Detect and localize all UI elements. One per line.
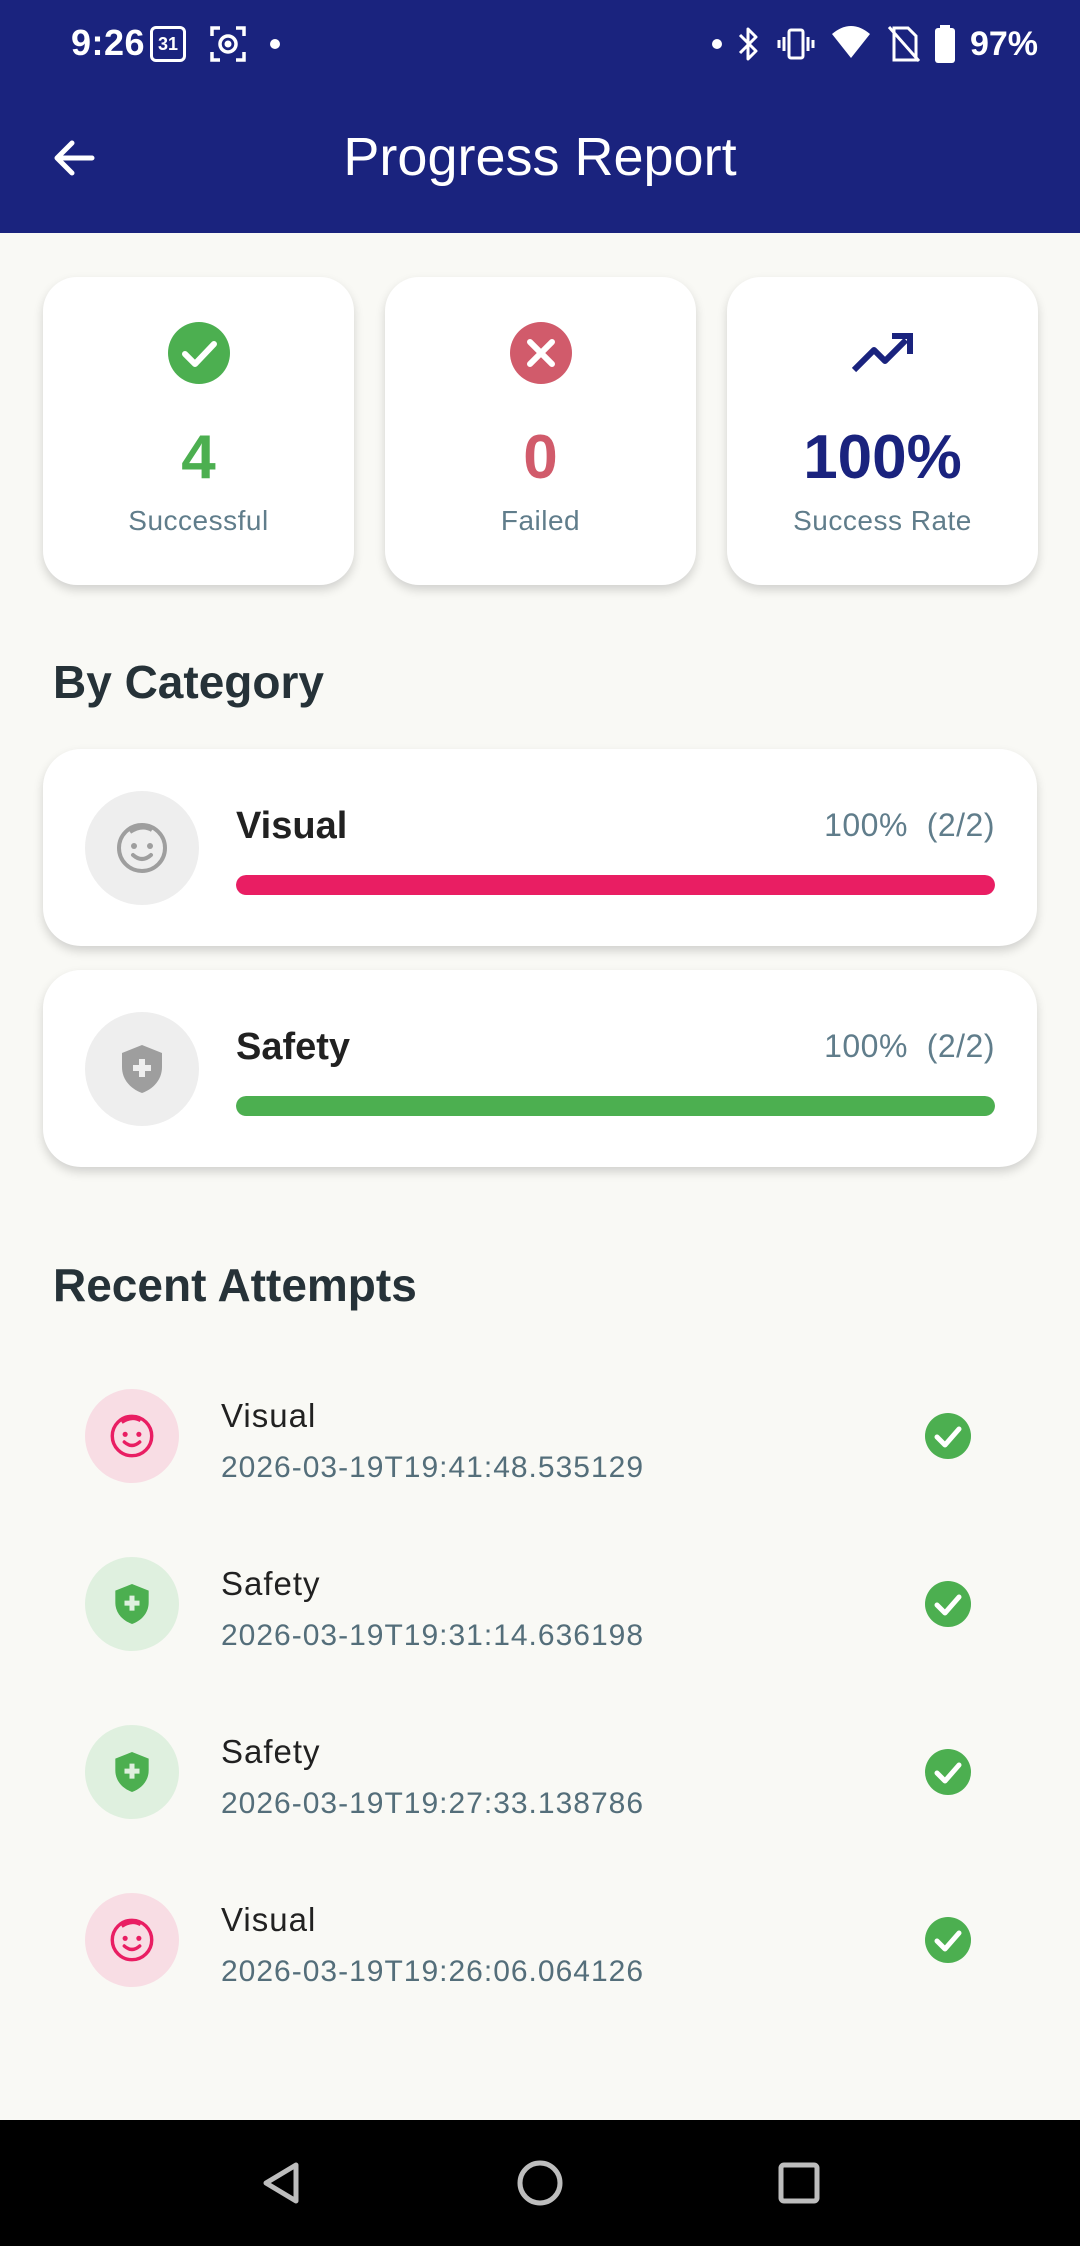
shield-plus-icon [115,1752,149,1792]
category-percent: 100% [824,1028,908,1064]
calendar-icon: 31 [150,26,186,62]
category-card-visual[interactable]: Visual 100% (2/2) [43,749,1037,946]
success-rate-label: Success Rate [793,505,972,536]
wifi-icon [831,26,870,58]
shield-plus-icon [115,1584,149,1624]
category-avatar [85,1012,199,1126]
successful-label: Successful [128,505,269,536]
category-percent: 100% [824,807,908,843]
battery-icon [934,25,955,63]
attempt-avatar [85,1893,179,1987]
app-bar: 9:26 31 97% Progress Report [0,0,1080,233]
nav-home-button[interactable] [507,2150,573,2216]
check-circle-icon [167,322,230,384]
category-progress-fill [236,875,995,895]
notification-dot-icon [270,39,280,49]
status-system-icons: 97% [711,22,1038,66]
failed-stat-card: 0 Failed [385,277,696,585]
attempt-category: Safety [221,1565,321,1602]
cancel-circle-icon [509,322,572,384]
successful-count: 4 [181,423,216,492]
triangle-back-icon [263,2162,299,2204]
attempt-row[interactable]: Visual 2026-03-19T19:41:48.535129 [43,1355,1037,1515]
baby-face-icon [110,1918,154,1962]
attempt-avatar [85,1557,179,1651]
category-name: Visual [236,805,348,847]
successful-stat-card: 4 Successful [43,277,354,585]
nav-back-button[interactable] [247,2150,313,2216]
circle-home-icon [517,2160,563,2206]
baby-face-icon [110,1414,154,1458]
baby-face-icon [117,823,167,873]
vibrate-icon [777,28,815,60]
attempt-timestamp: 2026-03-19T19:26:06.064126 [221,1955,645,1988]
shield-plus-icon [122,1045,162,1093]
attempt-category: Visual [221,1901,317,1938]
by-category-heading: By Category [53,656,324,708]
failed-label: Failed [500,505,581,536]
attempt-avatar [85,1389,179,1483]
attempt-category: Safety [221,1733,321,1770]
status-notification-icons: 31 [150,22,280,66]
bluetooth-icon [738,27,758,61]
screen-record-icon [210,26,246,62]
attempt-timestamp: 2026-03-19T19:27:33.138786 [221,1787,645,1820]
attempt-row[interactable]: Safety 2026-03-19T19:31:14.636198 [43,1523,1037,1683]
attempt-row[interactable]: Visual 2026-03-19T19:26:06.064126 [43,1859,1037,2019]
category-stat: 100% (2/2) [824,1028,995,1065]
category-progress-track [236,1096,995,1116]
check-circle-icon [925,1581,971,1627]
category-avatar [85,791,199,905]
attempt-avatar [85,1725,179,1819]
category-stat: 100% (2/2) [824,807,995,844]
notification-dot-icon [711,39,722,49]
status-time: 9:26 [71,22,146,63]
category-name: Safety [236,1026,351,1068]
success-rate-stat-card: 100% Success Rate [727,277,1038,585]
nav-recents-button[interactable] [766,2150,832,2216]
check-circle-icon [925,1917,971,1963]
attempt-category: Visual [221,1397,317,1434]
attempt-timestamp: 2026-03-19T19:31:14.636198 [221,1619,645,1652]
check-circle-icon [925,1413,971,1459]
category-card-safety[interactable]: Safety 100% (2/2) [43,970,1037,1167]
category-count: (2/2) [926,807,995,843]
battery-percent: 97% [969,24,1038,63]
category-progress-fill [236,1096,995,1116]
square-recents-icon [778,2162,820,2204]
category-count: (2/2) [926,1028,995,1064]
attempt-row[interactable]: Safety 2026-03-19T19:27:33.138786 [43,1691,1037,1851]
system-nav-bar [0,2120,1080,2246]
recent-attempts-heading: Recent Attempts [53,1259,417,1311]
attempt-timestamp: 2026-03-19T19:41:48.535129 [221,1451,645,1484]
no-sim-icon [887,26,920,62]
success-rate-value: 100% [803,423,962,492]
category-progress-track [236,875,995,895]
page-title: Progress Report [343,127,737,187]
check-circle-icon [925,1749,971,1795]
failed-count: 0 [523,423,558,492]
trending-up-icon [851,333,913,373]
